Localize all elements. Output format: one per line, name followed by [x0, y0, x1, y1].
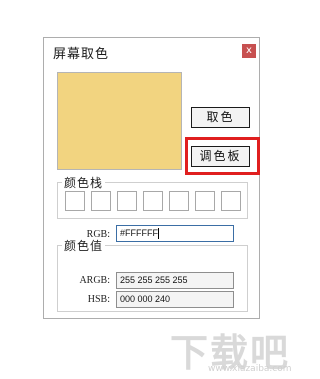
color-stack-slot[interactable]: [117, 191, 137, 211]
color-preview-swatch: [57, 72, 182, 170]
color-stack-slot[interactable]: [91, 191, 111, 211]
screen-color-picker-dialog: 屏幕取色 x 取色 调色板 颜色栈 颜色值 RGB: #FFFFFF ARGB:…: [43, 37, 260, 319]
pick-color-button[interactable]: 取色: [191, 107, 250, 128]
argb-value: 255 255 255 255: [120, 275, 188, 285]
hsb-value: 000 000 240: [120, 294, 171, 304]
hsb-label: HSB:: [87, 294, 110, 305]
color-stack-slot[interactable]: [143, 191, 163, 211]
color-stack-label: 颜色栈: [62, 174, 106, 191]
rgb-value: #FFFFFF: [120, 228, 158, 238]
argb-label: ARGB:: [79, 275, 110, 286]
text-caret: [158, 228, 159, 240]
rgb-label: RGB:: [86, 229, 110, 240]
watermark-url: www.xiazaiba.com: [208, 364, 292, 374]
palette-button[interactable]: 调色板: [191, 146, 250, 167]
hsb-field[interactable]: 000 000 240: [116, 291, 234, 308]
rgb-field[interactable]: #FFFFFF: [116, 225, 234, 242]
color-stack-slot[interactable]: [65, 191, 85, 211]
color-stack-slot[interactable]: [169, 191, 189, 211]
argb-field[interactable]: 255 255 255 255: [116, 272, 234, 289]
color-stack-slot[interactable]: [195, 191, 215, 211]
color-stack-slot[interactable]: [221, 191, 241, 211]
dialog-title: 屏幕取色: [53, 47, 110, 62]
close-button[interactable]: x: [242, 44, 256, 58]
title-bar[interactable]: 屏幕取色 x: [44, 38, 259, 68]
